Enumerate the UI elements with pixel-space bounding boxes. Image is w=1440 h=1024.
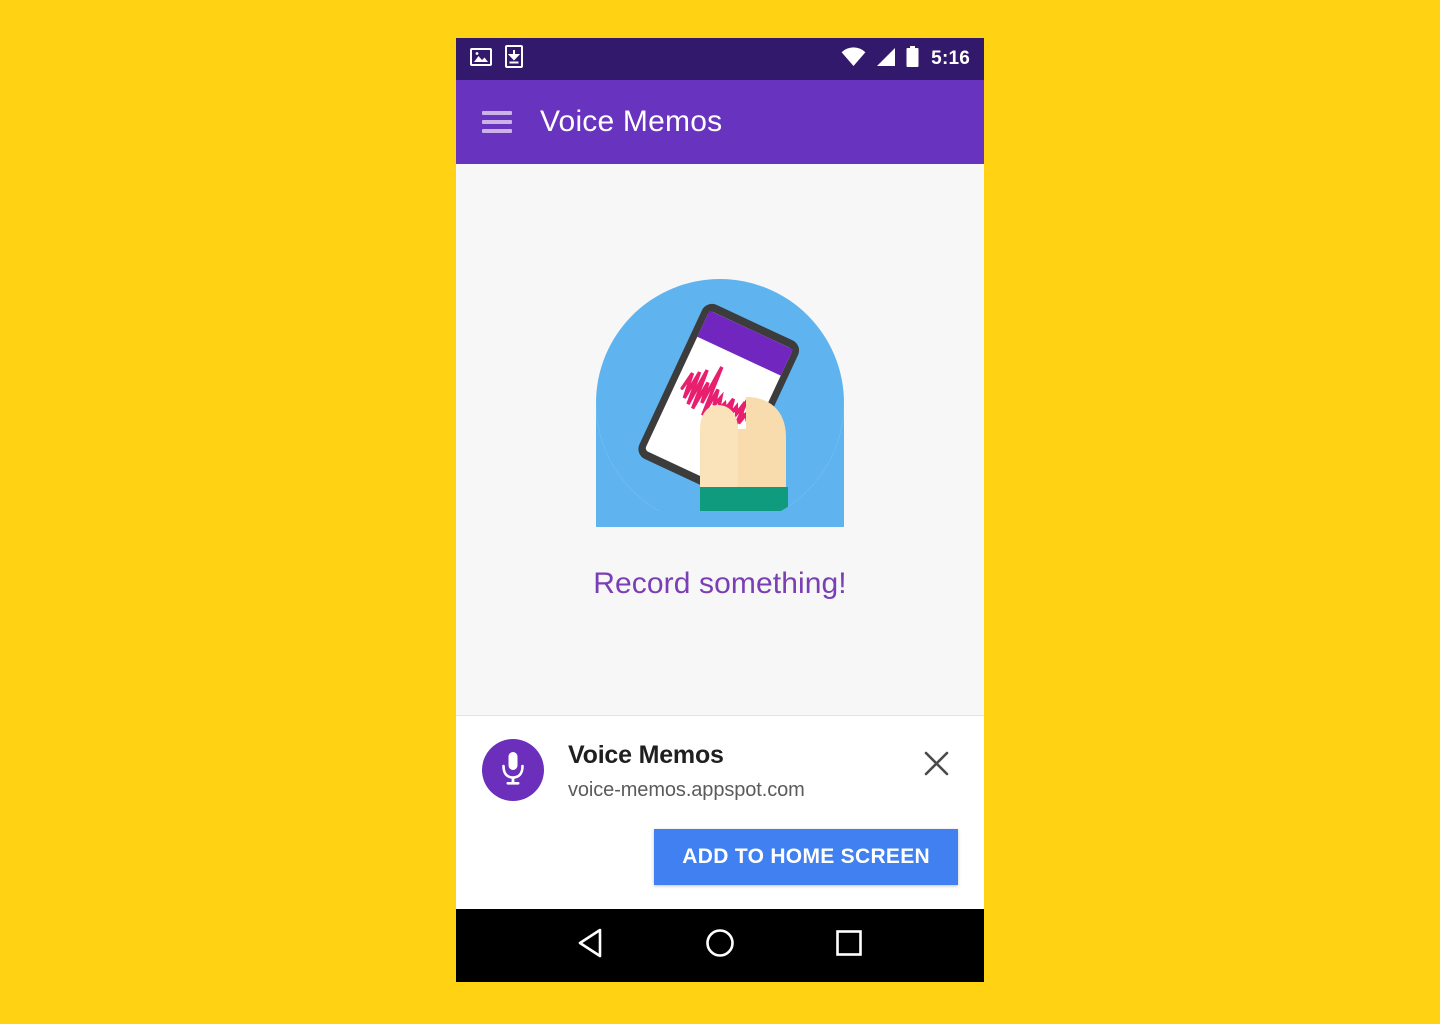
recents-button[interactable] [820, 917, 878, 975]
home-button[interactable] [691, 917, 749, 975]
status-bar-left-icons [470, 45, 523, 73]
banner-header-row: Voice Memos voice-memos.appspot.com [482, 739, 958, 802]
add-to-home-screen-button[interactable]: ADD TO HOME SCREEN [654, 829, 958, 885]
page-title: Voice Memos [540, 105, 723, 138]
wifi-icon [841, 46, 866, 72]
circle-home-icon [704, 927, 736, 964]
back-button[interactable] [562, 917, 620, 975]
banner-text-group: Voice Memos voice-memos.appspot.com [568, 739, 805, 802]
hamburger-bar [482, 120, 512, 124]
download-icon [505, 45, 523, 73]
banner-app-url: voice-memos.appspot.com [568, 779, 805, 801]
empty-state-message: Record something! [593, 566, 847, 600]
phone-viewport: 5:16 Voice Memos Record something! Voice… [456, 38, 984, 982]
banner-app-name: Voice Memos [568, 741, 724, 769]
status-bar-clock: 5:16 [931, 48, 970, 69]
main-content: Record something! [456, 164, 984, 715]
close-icon[interactable] [914, 741, 958, 785]
status-bar-right-icons: 5:16 [841, 45, 970, 73]
screen-root: 5:16 Voice Memos Record something! Voice… [0, 0, 1440, 1024]
hand-holding-phone-recording-illustration [596, 278, 844, 527]
hamburger-menu-icon[interactable] [482, 111, 512, 133]
screenshot-icon [470, 46, 492, 73]
add-to-home-screen-banner: Voice Memos voice-memos.appspot.com ADD … [456, 715, 984, 909]
banner-actions: ADD TO HOME SCREEN [482, 829, 958, 885]
hamburger-bar [482, 129, 512, 133]
triangle-back-icon [576, 927, 606, 964]
app-bar: Voice Memos [456, 80, 984, 164]
battery-icon [906, 45, 919, 73]
square-recents-icon [834, 928, 864, 963]
status-bar: 5:16 [456, 38, 984, 80]
cellular-signal-icon [875, 47, 897, 72]
app-icon-badge [482, 739, 544, 801]
hamburger-bar [482, 111, 512, 115]
microphone-icon [498, 749, 528, 792]
android-navigation-bar [456, 909, 984, 982]
